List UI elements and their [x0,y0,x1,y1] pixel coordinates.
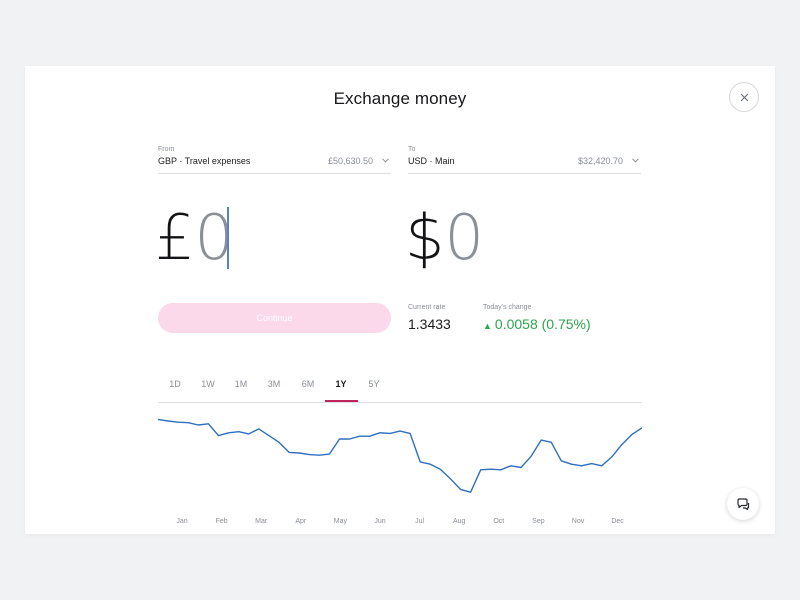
active-tab-indicator [325,400,358,402]
to-currency-symbol: $ [405,201,445,274]
current-rate-value: 1.3433 [408,316,451,332]
rate-line [158,418,642,493]
from-amount-input[interactable]: £0 [155,198,234,278]
close-icon [740,93,749,102]
todays-change: Today's change ▲ 0.0058 (0.75%) [483,304,591,332]
continue-button[interactable]: Continue [158,303,391,333]
rate-chart-svg: Jan Feb Mar Apr May Jun Jul Aug Oct Sep Nov Dec [158,418,642,525]
from-account-balance: £50,630.50 [327,156,373,166]
from-label: From [158,146,175,153]
to-account-name: USD · Main [408,156,455,166]
to-amount-value: 0 [444,201,484,274]
x-tick-label: Oct [493,518,504,525]
from-account-name: GBP · Travel expenses [158,156,251,166]
from-currency-symbol: £ [155,201,195,274]
x-tick-label: Aug [453,518,466,525]
exchange-modal: Exchange money From GBP · Travel expense… [25,66,775,534]
chevron-down-icon [632,158,639,163]
todays-change-label: Today's change [483,304,532,311]
x-tick-label: Sep [532,518,545,525]
page-title: Exchange money [333,89,467,108]
to-label: To [408,146,416,153]
tab-1y[interactable]: 1Y [326,379,356,389]
x-tick-label: Mar [255,518,268,525]
arrow-up-icon: ▲ [483,321,492,331]
x-tick-label: Feb [216,518,228,525]
to-account-balance: $32,420.70 [577,156,623,166]
x-tick-label: Nov [572,518,585,525]
tab-1d[interactable]: 1D [160,379,190,389]
tab-1w[interactable]: 1W [193,379,223,389]
x-tick-label: Dec [611,518,624,525]
to-amount-input[interactable]: $0 [405,198,484,278]
current-rate-label: Current rate [408,304,446,311]
chevron-down-icon [382,158,389,163]
chat-icon [737,498,750,511]
chat-button[interactable] [727,488,759,520]
from-account-select[interactable]: From GBP · Travel expenses £50,630.50 [158,146,391,174]
tab-6m[interactable]: 6M [293,379,323,389]
to-account-select[interactable]: To USD · Main $32,420.70 [408,146,641,174]
x-tick-label: Apr [295,518,307,525]
tab-3m[interactable]: 3M [259,379,289,389]
tab-1m[interactable]: 1M [226,379,256,389]
rate-chart: Jan Feb Mar Apr May Jun Jul Aug Oct Sep Nov Dec [158,416,642,526]
text-cursor [227,207,229,269]
x-tick-label: May [334,518,348,525]
close-button[interactable] [729,82,759,112]
current-rate: Current rate 1.3433 [408,304,451,332]
period-tabs: 1D 1W 1M 3M 6M 1Y 5Y [158,372,642,403]
x-tick-label: Jul [415,518,424,525]
x-tick-label: Jan [176,518,187,525]
tab-5y[interactable]: 5Y [359,379,389,389]
todays-change-value: 0.0058 (0.75%) [494,316,591,332]
x-tick-label: Jun [374,518,385,525]
